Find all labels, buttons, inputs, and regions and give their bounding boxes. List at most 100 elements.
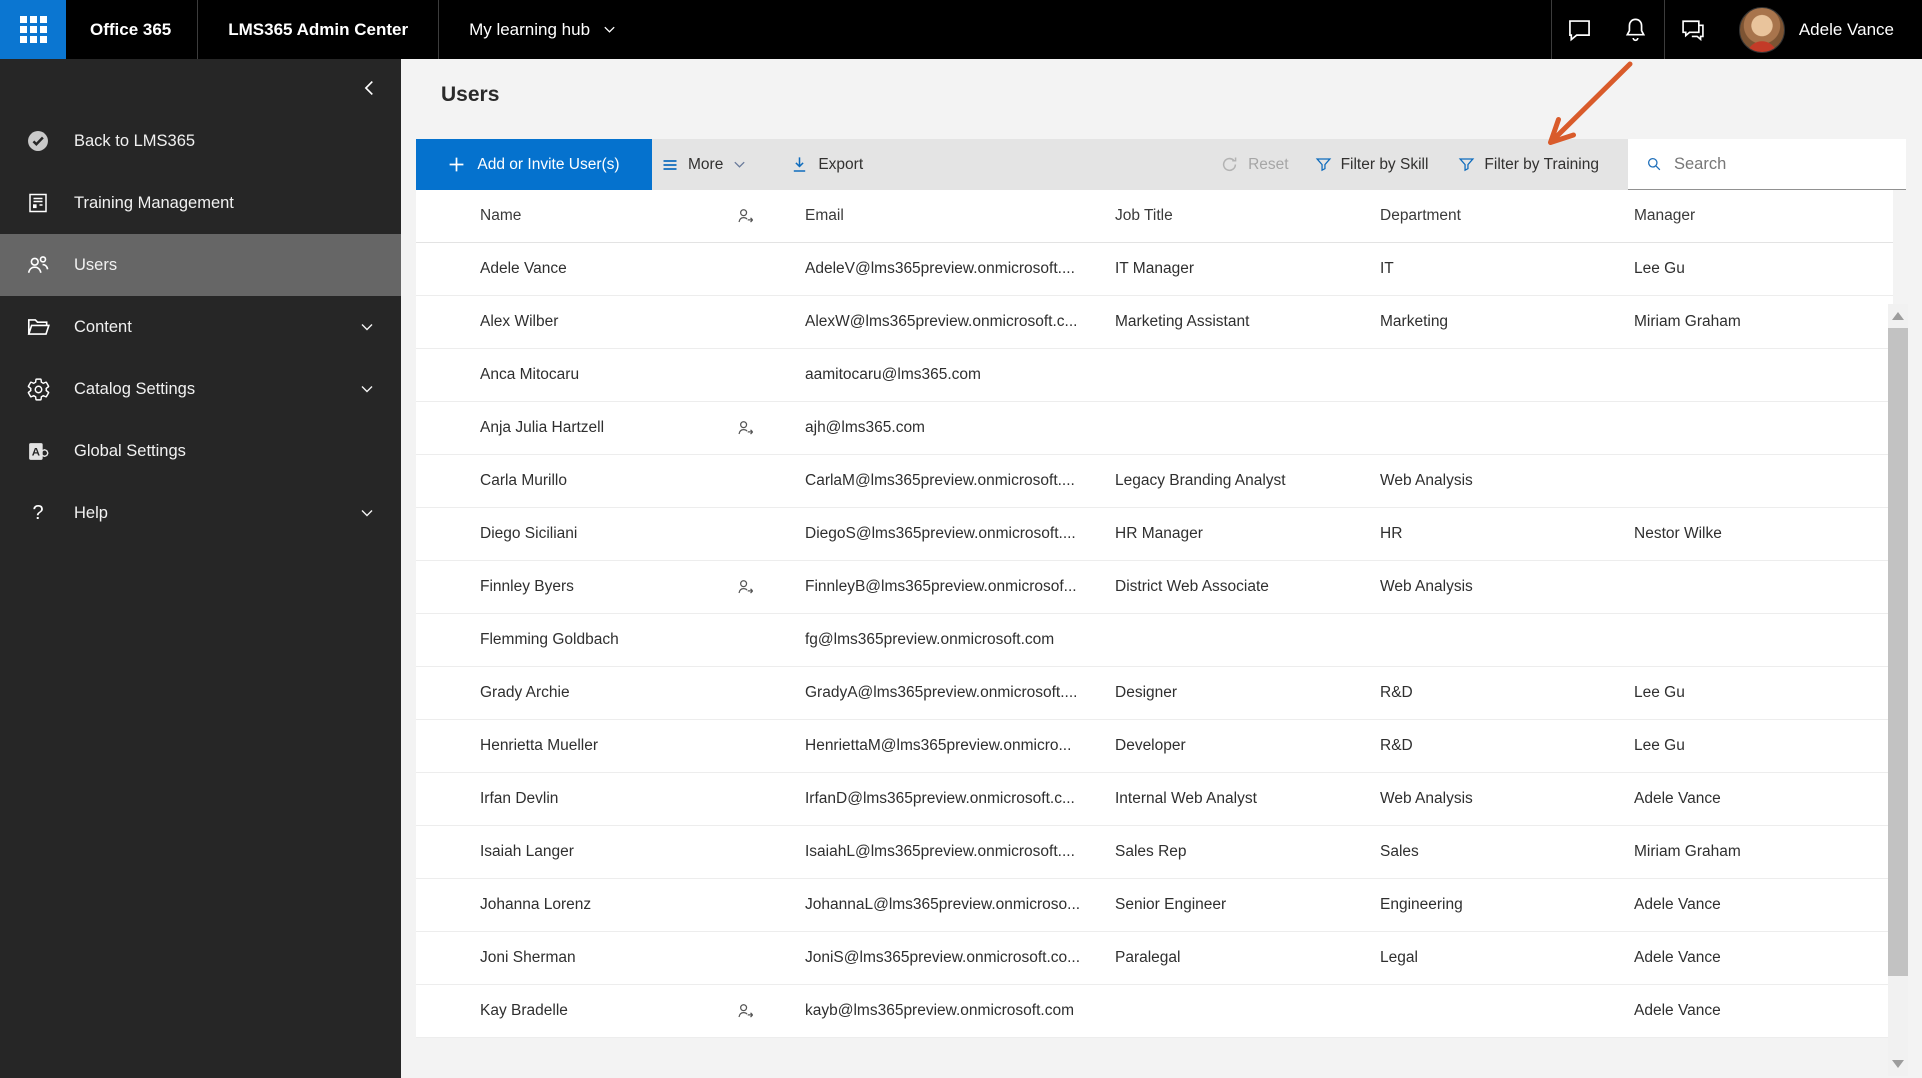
- search-input[interactable]: [1674, 154, 1894, 174]
- table-row[interactable]: Grady Archie GradyA@lms365preview.onmicr…: [416, 667, 1893, 720]
- cell-email[interactable]: HenriettaM@lms365preview.onmicro...: [805, 737, 1115, 755]
- cell-name[interactable]: Irfan Devlin: [480, 790, 732, 808]
- filter-by-skill-button[interactable]: Filter by Skill: [1315, 156, 1428, 174]
- cell-job-title: District Web Associate: [1115, 578, 1269, 595]
- lms365-logo-icon: [24, 128, 52, 154]
- sidebar-item-label: Users: [74, 255, 118, 274]
- cell-name[interactable]: Carla Murillo: [480, 472, 732, 490]
- cell-name[interactable]: Kay Bradelle: [480, 1002, 732, 1020]
- cell-department: Sales: [1380, 843, 1419, 860]
- cell-email[interactable]: aamitocaru@lms365.com: [805, 366, 1115, 384]
- column-header-job-title[interactable]: Job Title: [1115, 207, 1380, 225]
- cell-name[interactable]: Diego Siciliani: [480, 525, 732, 543]
- people-icon: [24, 252, 52, 278]
- table-row[interactable]: Irfan Devlin IrfanD@lms365preview.onmicr…: [416, 773, 1893, 826]
- admin-center-title[interactable]: LMS365 Admin Center: [198, 20, 438, 40]
- cell-name[interactable]: Grady Archie: [480, 684, 732, 702]
- column-header-department[interactable]: Department: [1380, 207, 1634, 225]
- app-launcher-button[interactable]: [0, 0, 66, 59]
- search-box[interactable]: [1628, 139, 1906, 190]
- sidebar-item-catalog-settings[interactable]: Catalog Settings: [0, 358, 401, 420]
- cell-manager: Adele Vance: [1634, 1002, 1721, 1019]
- sidebar-item-training-management[interactable]: Training Management: [0, 172, 401, 234]
- chat-button[interactable]: [1552, 0, 1608, 59]
- cell-name[interactable]: Finnley Byers: [480, 578, 732, 596]
- feedback-button[interactable]: [1665, 0, 1721, 59]
- avatar[interactable]: [1738, 6, 1785, 53]
- cell-email[interactable]: AlexW@lms365preview.onmicrosoft.c...: [805, 313, 1115, 331]
- cell-name[interactable]: Johanna Lorenz: [480, 896, 732, 914]
- sidebar-item-global-settings[interactable]: A Global Settings: [0, 420, 401, 482]
- cell-name[interactable]: Anja Julia Hartzell: [480, 419, 732, 437]
- cell-name[interactable]: Adele Vance: [480, 260, 732, 278]
- table-row[interactable]: Flemming Goldbach fg@lms365preview.onmic…: [416, 614, 1893, 667]
- sidebar-item-users[interactable]: Users: [0, 234, 401, 296]
- cell-name[interactable]: Joni Sherman: [480, 949, 732, 967]
- more-button[interactable]: More: [661, 156, 747, 174]
- cell-email[interactable]: GradyA@lms365preview.onmicrosoft....: [805, 684, 1115, 702]
- current-user-name[interactable]: Adele Vance: [1799, 20, 1922, 40]
- invited-icon-cell: [732, 419, 805, 438]
- table-row[interactable]: Joni Sherman JoniS@lms365preview.onmicro…: [416, 932, 1893, 985]
- cell-email[interactable]: FinnleyB@lms365preview.onmicrosof...: [805, 578, 1115, 596]
- scroll-up-arrow-icon[interactable]: [1892, 312, 1904, 320]
- cell-email[interactable]: IsaiahL@lms365preview.onmicrosoft....: [805, 843, 1115, 861]
- column-header-invited[interactable]: [732, 207, 805, 226]
- table-row[interactable]: Adele Vance AdeleV@lms365preview.onmicro…: [416, 243, 1893, 296]
- users-table: Name Email Job Title Department Manager …: [416, 190, 1893, 1038]
- column-header-manager[interactable]: Manager: [1634, 207, 1893, 225]
- vertical-scrollbar[interactable]: [1888, 304, 1908, 1076]
- cell-email[interactable]: AdeleV@lms365preview.onmicrosoft....: [805, 260, 1115, 278]
- cell-manager: Lee Gu: [1634, 260, 1685, 277]
- cell-email[interactable]: ajh@lms365.com: [805, 419, 1115, 437]
- table-row[interactable]: Anja Julia Hartzell ajh@lms365.com: [416, 402, 1893, 455]
- reset-button[interactable]: Reset: [1220, 155, 1289, 174]
- sidebar-item-content[interactable]: Content: [0, 296, 401, 358]
- table-row[interactable]: Johanna Lorenz JohannaL@lms365preview.on…: [416, 879, 1893, 932]
- scroll-down-arrow-icon[interactable]: [1892, 1060, 1904, 1068]
- cell-name[interactable]: Anca Mitocaru: [480, 366, 732, 384]
- export-button[interactable]: Export: [790, 155, 863, 174]
- scrollbar-thumb[interactable]: [1888, 328, 1908, 976]
- cell-name[interactable]: Isaiah Langer: [480, 843, 732, 861]
- cell-name[interactable]: Alex Wilber: [480, 313, 732, 331]
- table-row[interactable]: Henrietta Mueller HenriettaM@lms365previ…: [416, 720, 1893, 773]
- cell-name[interactable]: Flemming Goldbach: [480, 631, 732, 649]
- invited-icon-cell: [732, 737, 805, 756]
- table-row[interactable]: Alex Wilber AlexW@lms365preview.onmicros…: [416, 296, 1893, 349]
- svg-text:A: A: [31, 446, 39, 458]
- cell-email[interactable]: JoniS@lms365preview.onmicrosoft.co...: [805, 949, 1115, 967]
- learning-hub-menu[interactable]: My learning hub: [439, 20, 635, 40]
- sidebar-item-help[interactable]: ? Help: [0, 482, 401, 544]
- notifications-button[interactable]: [1608, 0, 1664, 59]
- sidebar-item-back-to-lms365[interactable]: Back to LMS365: [0, 110, 401, 172]
- table-row[interactable]: Isaiah Langer IsaiahL@lms365preview.onmi…: [416, 826, 1893, 879]
- reset-icon: [1222, 157, 1237, 172]
- cell-job-title: Senior Engineer: [1115, 896, 1227, 913]
- cell-email[interactable]: kayb@lms365preview.onmicrosoft.com: [805, 1002, 1115, 1020]
- filter-icon: [1315, 158, 1331, 172]
- table-row[interactable]: Finnley Byers FinnleyB@lms365preview.onm…: [416, 561, 1893, 614]
- topbar-right-group: Adele Vance: [1550, 0, 1922, 59]
- cell-department: R&D: [1380, 684, 1413, 701]
- cell-email[interactable]: DiegoS@lms365preview.onmicrosoft....: [805, 525, 1115, 543]
- brand-office365[interactable]: Office 365: [66, 20, 197, 40]
- top-app-bar: Office 365 LMS365 Admin Center My learni…: [0, 0, 1922, 59]
- table-row[interactable]: Anca Mitocaru aamitocaru@lms365.com: [416, 349, 1893, 402]
- cell-job-title: Developer: [1115, 737, 1186, 754]
- sidebar-item-label: Training Management: [74, 193, 234, 212]
- column-header-email[interactable]: Email: [805, 207, 1115, 225]
- collapse-sidebar-button[interactable]: [353, 71, 387, 105]
- cell-name[interactable]: Henrietta Mueller: [480, 737, 732, 755]
- cell-department: Web Analysis: [1380, 578, 1473, 595]
- cell-email[interactable]: JohannaL@lms365preview.onmicroso...: [805, 896, 1115, 914]
- cell-email[interactable]: CarlaM@lms365preview.onmicrosoft....: [805, 472, 1115, 490]
- cell-email[interactable]: fg@lms365preview.onmicrosoft.com: [805, 631, 1115, 649]
- add-or-invite-users-button[interactable]: Add or Invite User(s): [416, 139, 652, 190]
- table-row[interactable]: Diego Siciliani DiegoS@lms365preview.onm…: [416, 508, 1893, 561]
- table-row[interactable]: Kay Bradelle kayb@lms365preview.onmicros…: [416, 985, 1893, 1038]
- filter-by-training-button[interactable]: Filter by Training: [1458, 156, 1599, 174]
- cell-email[interactable]: IrfanD@lms365preview.onmicrosoft.c...: [805, 790, 1115, 808]
- table-row[interactable]: Carla Murillo CarlaM@lms365preview.onmic…: [416, 455, 1893, 508]
- column-header-name[interactable]: Name: [480, 207, 732, 225]
